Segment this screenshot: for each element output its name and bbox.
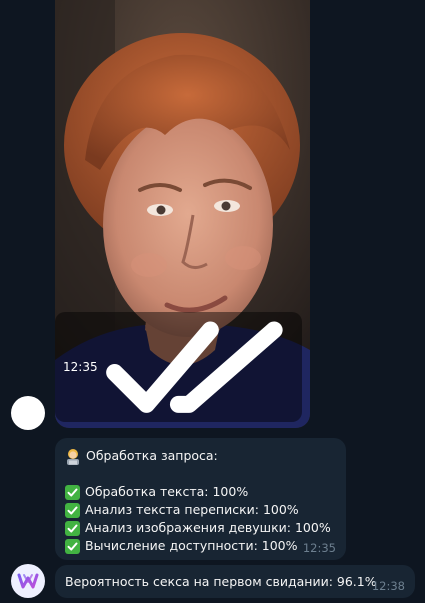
header-text: Обработка запроса:	[86, 448, 218, 463]
message-time: 12:38	[371, 579, 405, 593]
double-check-icon	[105, 321, 283, 413]
message-time: 12:35	[302, 541, 336, 555]
avatar[interactable]	[11, 396, 45, 430]
check-item: Вычисление доступности: 100%	[65, 537, 336, 555]
check-item-text: Вычисление доступности: 100%	[85, 538, 298, 553]
photo-time-text: 12:35	[63, 359, 98, 374]
message-bubble[interactable]: Вероятность секса на первом свидании: 96…	[55, 565, 415, 598]
bot-logo-icon	[17, 573, 39, 589]
check-mark-icon	[65, 484, 80, 500]
check-mark-icon	[65, 538, 80, 554]
check-item-text: Обработка текста: 100%	[85, 484, 249, 499]
check-item: Обработка текста: 100%	[65, 483, 336, 501]
message-text: Вероятность секса на первом свидании: 96…	[65, 573, 377, 589]
photo-message[interactable]: 12:35	[55, 0, 310, 428]
check-item: Анализ текста переписки: 100%	[65, 501, 336, 519]
check-item-text: Анализ изображения девушки: 100%	[85, 520, 331, 535]
chat-area: 12:35 Обработка запроса: Обработка текст…	[0, 0, 425, 603]
message-bubble[interactable]: Обработка запроса: Обработка текста: 100…	[55, 438, 346, 560]
check-mark-icon	[65, 520, 80, 536]
check-mark-icon	[65, 502, 80, 518]
photo-timestamp: 12:35	[55, 311, 302, 422]
bot-avatar[interactable]	[11, 564, 45, 598]
check-item-text: Анализ текста переписки: 100%	[85, 502, 299, 517]
check-item: Анализ изображения девушки: 100%	[65, 519, 336, 537]
message-header: Обработка запроса:	[65, 447, 336, 465]
woman-technologist-emoji	[67, 448, 79, 465]
